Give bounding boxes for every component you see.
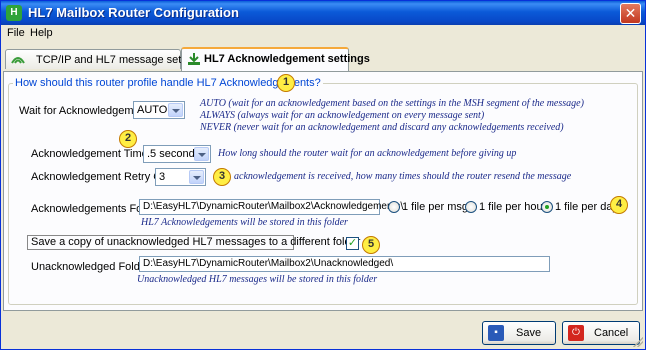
cancel-button[interactable]: ⏻ Cancel <box>562 321 640 345</box>
chevron-down-icon[interactable] <box>168 103 183 117</box>
timeout-select[interactable]: .5 seconds <box>143 145 211 163</box>
callout-badge-3: 3 <box>213 168 231 186</box>
tab-tcpip[interactable]: TCP/IP and HL7 message settings <box>5 49 205 69</box>
cancel-icon: ⏻ <box>568 325 584 341</box>
floppy-disk-icon: ▪ <box>488 325 504 341</box>
save-copy-label: Save a copy of unacknowledged HL7 messag… <box>31 236 361 248</box>
cancel-button-label: Cancel <box>594 327 629 339</box>
config-window: H HL7 Mailbox Router Configuration ✕ Fil… <box>0 0 646 350</box>
tab-hl7-ack[interactable]: HL7 Acknowledgement settings <box>181 47 370 71</box>
title-bar[interactable]: H HL7 Mailbox Router Configuration ✕ <box>1 1 645 25</box>
unack-folder-path: D:\EasyHL7\DynamicRouter\Mailbox2\Unackn… <box>143 258 394 269</box>
unack-folder-input[interactable]: D:\EasyHL7\DynamicRouter\Mailbox2\Unackn… <box>139 256 550 272</box>
tab-tcpip-label: TCP/IP and HL7 message settings <box>36 54 205 66</box>
resize-grip[interactable] <box>633 337 643 347</box>
save-copy-checkbox[interactable]: ✓ <box>346 237 359 250</box>
app-icon: H <box>6 5 22 21</box>
chevron-down-icon[interactable] <box>189 170 204 184</box>
retry-value: 3 <box>159 171 166 183</box>
tab-hl7-ack-label: HL7 Acknowledgement settings <box>204 53 370 65</box>
network-icon <box>11 53 25 65</box>
close-button[interactable]: ✕ <box>620 3 641 24</box>
window-title: HL7 Mailbox Router Configuration <box>28 5 239 20</box>
save-button-label: Save <box>516 327 542 339</box>
unack-folder-label: Unacknowledged Folder <box>31 261 150 273</box>
tab-panel: How should this router profile handle HL… <box>3 71 643 311</box>
timeout-note: How long should the router wait for an a… <box>218 148 517 159</box>
wait-select[interactable]: AUTO <box>133 101 185 119</box>
radio-file-per-msg-label[interactable]: 1 file per msg <box>402 201 468 213</box>
save-button[interactable]: ▪ Save <box>482 321 556 345</box>
ack-folder-input[interactable]: D:\EasyHL7\DynamicRouter\Mailbox2\Acknow… <box>139 199 403 215</box>
menu-file[interactable]: File <box>7 27 25 39</box>
wait-note-always: ALWAYS (always wait for an acknowledgeme… <box>200 110 485 121</box>
timeout-value: .5 seconds <box>147 148 201 160</box>
ack-folder-note: HL7 Acknowledgements will be stored in t… <box>141 217 348 228</box>
radio-file-per-day-label[interactable]: 1 file per day <box>555 201 618 213</box>
callout-badge-2: 2 <box>119 130 137 148</box>
retry-note: acknowledgement is received, how many ti… <box>234 171 572 182</box>
radio-file-per-day[interactable] <box>541 201 553 213</box>
unack-folder-note: Unacknowledged HL7 messages will be stor… <box>137 274 378 285</box>
chevron-down-icon[interactable] <box>194 147 209 161</box>
ack-folder-path: D:\EasyHL7\DynamicRouter\Mailbox2\Acknow… <box>143 201 404 212</box>
tab-strip: TCP/IP and HL7 message settings HL7 Ackn… <box>1 47 645 71</box>
callout-badge-4: 4 <box>610 196 628 214</box>
download-icon <box>187 52 201 65</box>
wait-note-never: NEVER (never wait for an acknowledgement… <box>200 122 564 133</box>
menu-help[interactable]: Help <box>30 27 53 39</box>
radio-file-per-msg[interactable] <box>388 201 400 213</box>
retry-select[interactable]: 3 <box>155 168 206 186</box>
callout-badge-5: 5 <box>362 236 380 254</box>
callout-badge-1: 1 <box>277 74 295 92</box>
radio-file-per-hour-label[interactable]: 1 file per hour <box>479 201 546 213</box>
wait-note-auto: AUTO (wait for an acknowledgement based … <box>200 98 584 109</box>
radio-file-per-hour[interactable] <box>465 201 477 213</box>
menu-bar: File Help <box>1 25 645 43</box>
wait-value: AUTO <box>137 104 168 116</box>
